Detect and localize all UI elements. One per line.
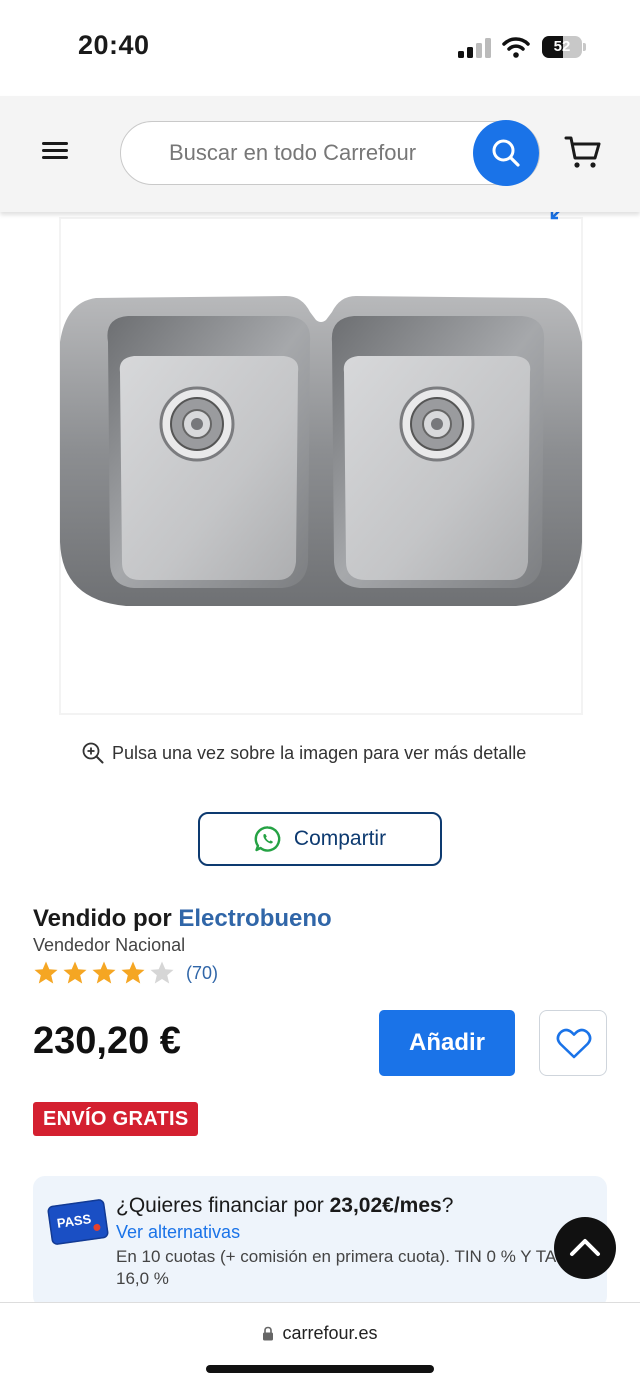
- share-whatsapp-button[interactable]: Compartir: [198, 812, 442, 866]
- cellular-signal-icon: [458, 38, 491, 58]
- whatsapp-icon: [254, 826, 281, 852]
- seller-rating[interactable]: (70): [33, 960, 218, 986]
- free-shipping-badge: ENVÍO GRATIS: [33, 1102, 199, 1136]
- wifi-icon: [502, 37, 530, 58]
- url-line[interactable]: carrefour.es: [0, 1323, 640, 1344]
- seller-line: Vendido por Electrobueno: [33, 905, 332, 933]
- finance-detail: En 10 cuotas (+ comisión en primera cuot…: [116, 1247, 568, 1288]
- pass-card-icon: PASS: [47, 1199, 109, 1245]
- favorite-button[interactable]: [539, 1010, 607, 1076]
- search-input[interactable]: [169, 122, 479, 184]
- home-indicator[interactable]: [206, 1365, 434, 1373]
- battery-level: 52: [553, 38, 571, 55]
- star-filled-icon: [121, 961, 145, 984]
- finance-title: ¿Quieres financiar por 23,02€/mes?: [116, 1194, 453, 1218]
- add-to-cart-button[interactable]: Añadir: [379, 1010, 515, 1076]
- status-time: 20:40: [78, 30, 150, 60]
- hamburger-menu-icon[interactable]: [42, 138, 74, 166]
- star-filled-icon: [92, 961, 116, 984]
- seller-type: Vendedor Nacional: [33, 935, 186, 955]
- seller-prefix: Vendido por: [33, 905, 172, 932]
- seller-name-link[interactable]: Electrobueno: [178, 905, 331, 932]
- product-image[interactable]: [56, 212, 586, 717]
- battery-icon: 52: [542, 36, 586, 58]
- rating-count[interactable]: (70): [186, 963, 218, 984]
- chevron-up-icon: [570, 1239, 600, 1256]
- scroll-to-top-button[interactable]: [554, 1217, 616, 1279]
- site-header: [0, 96, 640, 212]
- search-button[interactable]: [473, 120, 539, 186]
- product-price: 230,20 €: [33, 1020, 181, 1062]
- heart-icon: [556, 1028, 592, 1059]
- url-text: carrefour.es: [282, 1323, 378, 1343]
- zoom-in-icon: [82, 742, 104, 764]
- star-filled-icon: [63, 961, 87, 984]
- search-icon: [492, 139, 520, 167]
- lock-icon: [263, 1326, 274, 1341]
- finance-alternatives-link[interactable]: Ver alternativas: [116, 1222, 240, 1243]
- star-filled-icon: [34, 961, 58, 984]
- financing-box: PASS ¿Quieres financiar por 23,02€/mes? …: [33, 1176, 607, 1308]
- finance-title-suffix: ?: [441, 1194, 454, 1217]
- finance-amount: 23,02€/mes: [329, 1194, 442, 1217]
- zoom-hint: Pulsa una vez sobre la imagen para ver m…: [82, 740, 526, 766]
- finance-title-prefix: ¿Quieres financiar por: [116, 1194, 330, 1217]
- browser-address-bar: carrefour.es: [0, 1302, 640, 1387]
- zoom-hint-text: Pulsa una vez sobre la imagen para ver m…: [112, 742, 527, 763]
- cart-icon[interactable]: [564, 134, 602, 170]
- share-label: Compartir: [293, 827, 387, 850]
- status-bar: 20:40 52: [0, 0, 640, 96]
- star-empty-icon: [150, 961, 174, 984]
